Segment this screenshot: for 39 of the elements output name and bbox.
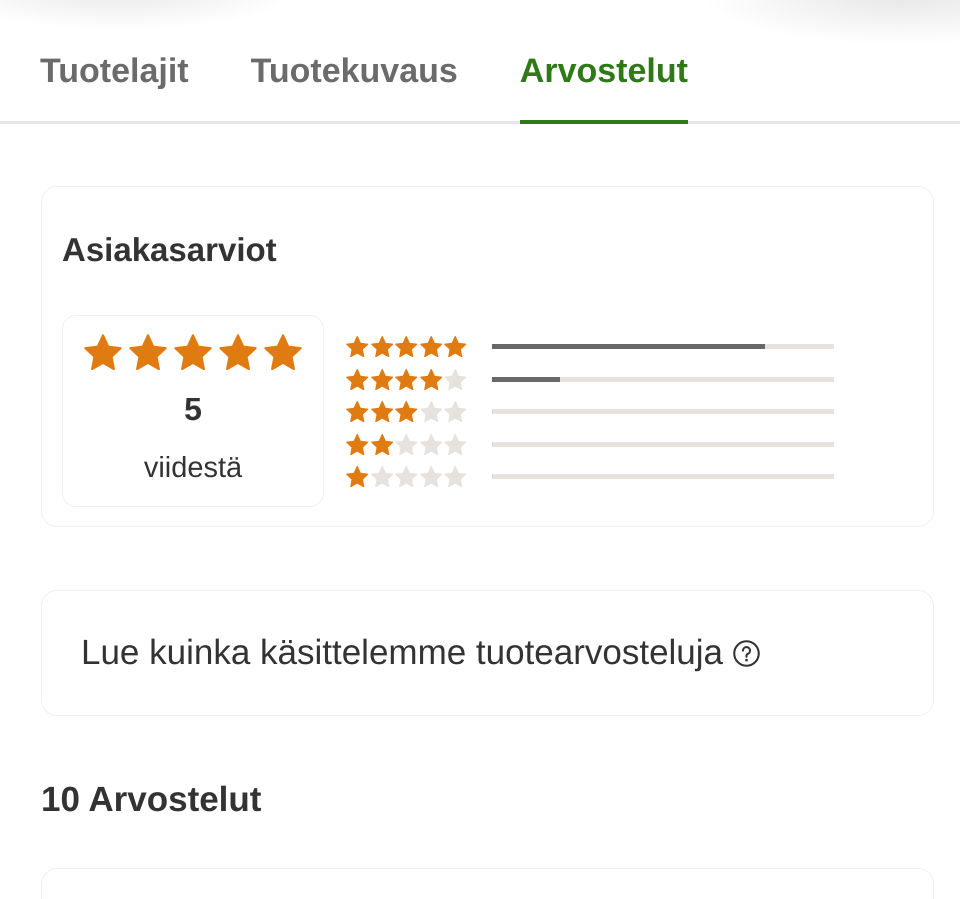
star-icon xyxy=(346,434,368,455)
tab[interactable]: Tuotelajit xyxy=(40,51,189,124)
star-icon xyxy=(420,368,442,390)
star-icon xyxy=(420,401,442,422)
average-score: 5 xyxy=(184,390,202,428)
star-icon xyxy=(346,466,368,488)
star-icon xyxy=(346,401,368,422)
star-icon xyxy=(370,368,393,390)
star-icon xyxy=(174,334,212,370)
star-icon xyxy=(420,466,442,488)
section-title: Asiakasarviot xyxy=(62,231,277,269)
star-icon xyxy=(346,368,368,390)
star-icon xyxy=(84,334,122,370)
star-icon xyxy=(395,434,418,455)
star-icon xyxy=(395,466,418,488)
star-icon xyxy=(395,401,418,422)
score-caption: viidestä xyxy=(144,452,242,484)
star-icon xyxy=(420,434,442,455)
star-icon xyxy=(444,434,466,455)
help-icon xyxy=(733,640,760,666)
review-policy-link[interactable]: Lue kuinka käsittelemme tuotearvosteluja xyxy=(41,590,934,716)
star-icon xyxy=(370,336,393,358)
star-icon xyxy=(444,336,466,358)
star-icon xyxy=(129,334,167,370)
star-icon xyxy=(219,334,257,370)
star-icon xyxy=(395,336,418,358)
star-icon xyxy=(420,336,442,358)
star-icon xyxy=(370,401,393,422)
reviews-heading: 10 Arvostelut xyxy=(41,780,262,820)
tab[interactable]: Arvostelut xyxy=(520,51,688,124)
tab[interactable]: Tuotekuvaus xyxy=(250,51,458,124)
star-icon xyxy=(444,368,466,390)
star-icon xyxy=(444,401,466,422)
star-icon xyxy=(264,334,302,370)
star-icon xyxy=(370,466,393,488)
star-icon xyxy=(346,336,368,358)
star-icon xyxy=(444,466,466,488)
star-icon xyxy=(395,368,418,390)
star-icon xyxy=(370,434,393,455)
